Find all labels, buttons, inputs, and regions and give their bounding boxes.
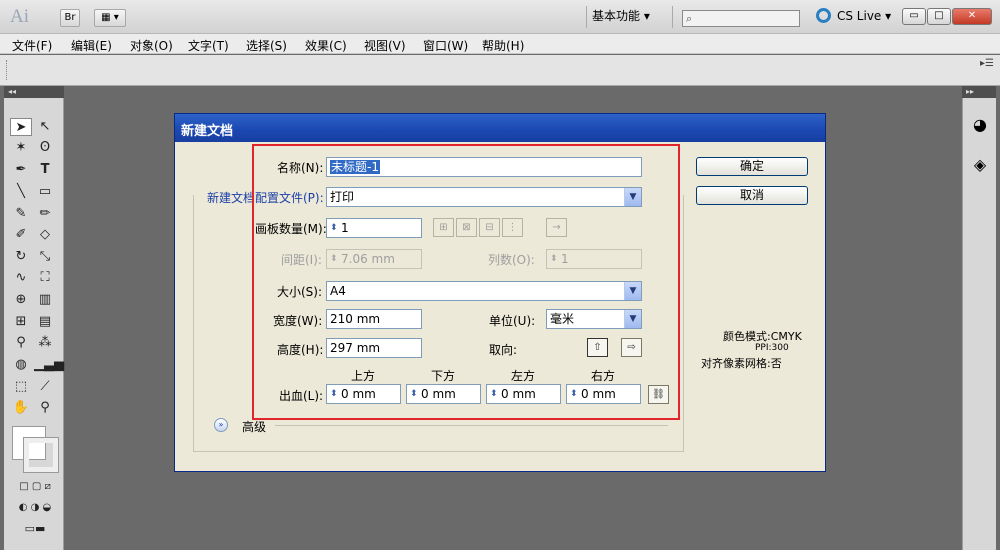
- tools-panel: ➤ ↖ ✶ ʘ ✒ T ╲ ▭ ✎ ✏ ✐ ◇ ↻ ⤡ ∿ ⛶ ⊕ ▥ ⊞ ▤ …: [4, 86, 64, 550]
- gradient-tool-icon[interactable]: ▤: [34, 313, 56, 331]
- slice-tool-icon[interactable]: ⟋: [34, 378, 56, 396]
- free-transform-tool-icon[interactable]: ⛶: [34, 269, 56, 287]
- rotate-tool-icon[interactable]: ↻: [10, 248, 32, 266]
- drawing-mode-buttons[interactable]: ◐ ◑ ◒: [8, 499, 62, 517]
- magic-wand-tool-icon[interactable]: ✶: [10, 139, 32, 157]
- ok-button[interactable]: 确定: [696, 157, 808, 176]
- menu-view[interactable]: 视图(V): [364, 37, 406, 54]
- menu-bar: 文件(F) 编辑(E) 对象(O) 文字(T) 选择(S) 效果(C) 视图(V…: [0, 34, 1000, 54]
- cs-live-menu[interactable]: CS Live ▾: [816, 8, 891, 23]
- rectangle-tool-icon[interactable]: ▭: [34, 183, 56, 201]
- selection-tool-icon[interactable]: ➤: [10, 118, 32, 136]
- symbol-sprayer-tool-icon[interactable]: ◍: [10, 356, 32, 374]
- graph-tool-icon[interactable]: ▁▃▅: [34, 356, 64, 374]
- menu-select[interactable]: 选择(S): [246, 37, 287, 54]
- blend-tool-icon[interactable]: ⁂: [34, 334, 56, 352]
- line-tool-icon[interactable]: ╲: [10, 183, 32, 201]
- scale-tool-icon[interactable]: ⤡: [34, 248, 56, 266]
- zoom-tool-icon[interactable]: ⚲: [34, 399, 56, 417]
- illustrator-logo: Ai: [10, 6, 29, 27]
- search-icon: ⌕: [686, 12, 693, 25]
- divider: [275, 425, 668, 426]
- help-search-input[interactable]: ⌕: [682, 10, 800, 27]
- cs-live-icon: [816, 8, 831, 23]
- bridge-button[interactable]: Br: [60, 9, 80, 27]
- tools-panel-header[interactable]: ◂◂: [4, 86, 64, 98]
- divider: [672, 6, 673, 28]
- pixel-grid-info: 对齐像素网格:否: [701, 357, 782, 370]
- layers-panel-icon[interactable]: ◈: [969, 154, 991, 176]
- color-mode-buttons[interactable]: □ ▢ ⧄: [8, 478, 62, 496]
- workspace-switcher[interactable]: 基本功能 ▾: [592, 7, 650, 24]
- color-mode-info: 颜色模式:CMYK: [723, 330, 802, 343]
- grip-handle[interactable]: [6, 60, 9, 80]
- warp-tool-icon[interactable]: ∿: [10, 269, 32, 287]
- highlight-annotation-box: [252, 144, 680, 420]
- docked-panels: ◕ ◈: [962, 86, 996, 550]
- menu-edit[interactable]: 编辑(E): [71, 37, 112, 54]
- shape-builder-tool-icon[interactable]: ⊕: [10, 291, 32, 309]
- ppi-info: PPI:300: [755, 343, 789, 353]
- maximize-button[interactable]: □: [927, 8, 951, 25]
- mesh-tool-icon[interactable]: ⊞: [10, 313, 32, 331]
- screen-mode-icon[interactable]: ▭▬: [20, 520, 50, 538]
- close-window-button[interactable]: ✕: [952, 8, 992, 25]
- pen-tool-icon[interactable]: ✒: [10, 161, 32, 179]
- paintbrush-tool-icon[interactable]: ✎: [10, 205, 32, 223]
- panel-menu-icon[interactable]: ▸☰: [980, 58, 994, 69]
- advanced-label[interactable]: 高级: [242, 418, 266, 435]
- workspace-label: 基本功能: [592, 9, 641, 23]
- arrange-documents-button[interactable]: ▦ ▾: [94, 9, 126, 27]
- hand-tool-icon[interactable]: ✋: [10, 399, 32, 417]
- pencil-tool-icon[interactable]: ✏: [34, 205, 56, 223]
- dialog-title: 新建文档: [175, 114, 825, 142]
- eyedropper-tool-icon[interactable]: ⚲: [10, 334, 32, 352]
- color-guide-panel-icon[interactable]: ◕: [969, 114, 991, 136]
- expand-advanced-icon[interactable]: »: [214, 418, 228, 432]
- minimize-button[interactable]: ▭: [902, 8, 926, 25]
- menu-window[interactable]: 窗口(W): [423, 37, 468, 54]
- divider: [586, 6, 587, 28]
- menu-file[interactable]: 文件(F): [12, 37, 52, 54]
- type-tool-icon[interactable]: T: [34, 161, 56, 179]
- app-title-bar: Ai Br ▦ ▾ 基本功能 ▾ ⌕ CS Live ▾ ▭ □ ✕: [0, 0, 1000, 34]
- menu-help[interactable]: 帮助(H): [482, 37, 524, 54]
- menu-effect[interactable]: 效果(C): [305, 37, 347, 54]
- cancel-button[interactable]: 取消: [696, 186, 808, 205]
- lasso-tool-icon[interactable]: ʘ: [34, 139, 56, 157]
- direct-selection-tool-icon[interactable]: ↖: [34, 118, 56, 136]
- blob-brush-tool-icon[interactable]: ✐: [10, 226, 32, 244]
- menu-type[interactable]: 文字(T): [188, 37, 229, 54]
- perspective-grid-tool-icon[interactable]: ▥: [34, 291, 56, 309]
- menu-object[interactable]: 对象(O): [130, 37, 173, 54]
- eraser-tool-icon[interactable]: ◇: [34, 226, 56, 244]
- docked-panels-header[interactable]: ▸▸: [962, 86, 996, 98]
- artboard-tool-icon[interactable]: ⬚: [10, 378, 32, 396]
- cs-live-label: CS Live: [837, 9, 882, 23]
- control-bar: ▸☰: [0, 55, 1000, 86]
- stroke-swatch[interactable]: [23, 437, 59, 473]
